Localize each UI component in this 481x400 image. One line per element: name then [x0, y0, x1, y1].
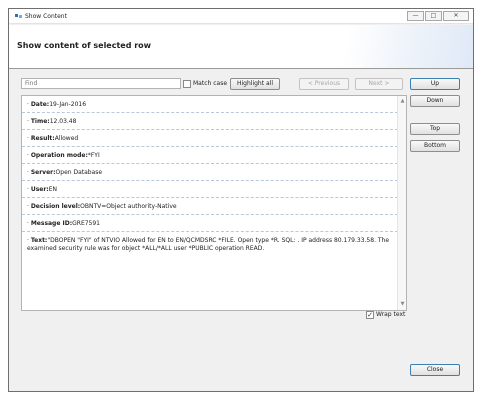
- header-banner: Show content of selected row: [9, 25, 473, 69]
- match-case-label: Match case: [193, 80, 228, 87]
- row-value: GRE7591: [72, 220, 101, 227]
- list-item: · Operation mode:*FYI: [22, 147, 398, 164]
- app-icon: [15, 14, 22, 18]
- row-value: EN: [48, 186, 57, 193]
- row-value: *FYI: [87, 152, 100, 159]
- maximize-button[interactable]: □: [425, 11, 442, 21]
- window-title: Show Content: [25, 13, 67, 20]
- row-key: User:: [30, 186, 49, 193]
- down-button[interactable]: Down: [410, 95, 460, 107]
- list-item: · Time:12.03.48: [22, 113, 398, 130]
- up-button[interactable]: Up: [410, 78, 460, 90]
- previous-button[interactable]: < Previous: [299, 78, 349, 90]
- scroll-down-icon[interactable]: ▼: [399, 301, 406, 308]
- page-title: Show content of selected row: [17, 41, 152, 50]
- row-value: 19-Jan-2016: [49, 101, 87, 108]
- row-value: 12.03.48: [49, 118, 77, 125]
- row-value: OBNTV=Object authority-Native: [80, 203, 177, 210]
- list-item: · Result:Allowed: [22, 130, 398, 147]
- list-item: · Decision level:OBNTV=Object authority-…: [22, 198, 398, 215]
- wrap-text-checkbox[interactable]: ✓: [366, 311, 374, 319]
- next-button[interactable]: Next >: [355, 78, 403, 90]
- content-panel[interactable]: · Date:19-Jan-2016 · Time:12.03.48 · Res…: [21, 95, 407, 311]
- row-key: Operation mode:: [30, 152, 88, 159]
- find-input[interactable]: [21, 78, 181, 89]
- wrap-text-label: Wrap text: [376, 311, 406, 318]
- row-key: Message ID:: [30, 220, 73, 227]
- minimize-button[interactable]: —: [407, 11, 424, 21]
- title-bar: Show Content — □ ✕: [9, 9, 473, 24]
- list-item: · Date:19-Jan-2016: [22, 96, 398, 113]
- bottom-button[interactable]: Bottom: [410, 140, 460, 152]
- list-item: · Server:Open Database: [22, 164, 398, 181]
- row-value: Allowed: [54, 135, 79, 142]
- close-window-button[interactable]: ✕: [443, 11, 469, 21]
- top-button[interactable]: Top: [410, 123, 460, 135]
- show-content-window: Show Content — □ ✕ Show content of selec…: [8, 8, 474, 392]
- row-key: Result:: [30, 135, 55, 142]
- close-button[interactable]: Close: [410, 364, 460, 376]
- row-key: Server:: [30, 169, 56, 176]
- scroll-up-icon[interactable]: ▲: [399, 98, 406, 105]
- match-case-checkbox[interactable]: [183, 80, 191, 88]
- row-key: Time:: [30, 118, 50, 125]
- row-key: Text:: [30, 237, 48, 244]
- highlight-all-button[interactable]: Highlight all: [230, 78, 280, 90]
- row-key: Date:: [30, 101, 50, 108]
- row-value: Open Database: [55, 169, 103, 176]
- content-rows: · Date:19-Jan-2016 · Time:12.03.48 · Res…: [22, 96, 398, 310]
- vertical-scrollbar[interactable]: ▲ ▼: [397, 96, 406, 310]
- row-key: Decision level:: [30, 203, 81, 210]
- list-item: · User:EN: [22, 181, 398, 198]
- row-value: "DBOPEN "FYI" of NTVIO Allowed for EN to…: [27, 237, 390, 252]
- list-item: · Message ID:GRE7591: [22, 215, 398, 232]
- list-item: · Text:"DBOPEN "FYI" of NTVIO Allowed fo…: [27, 237, 390, 252]
